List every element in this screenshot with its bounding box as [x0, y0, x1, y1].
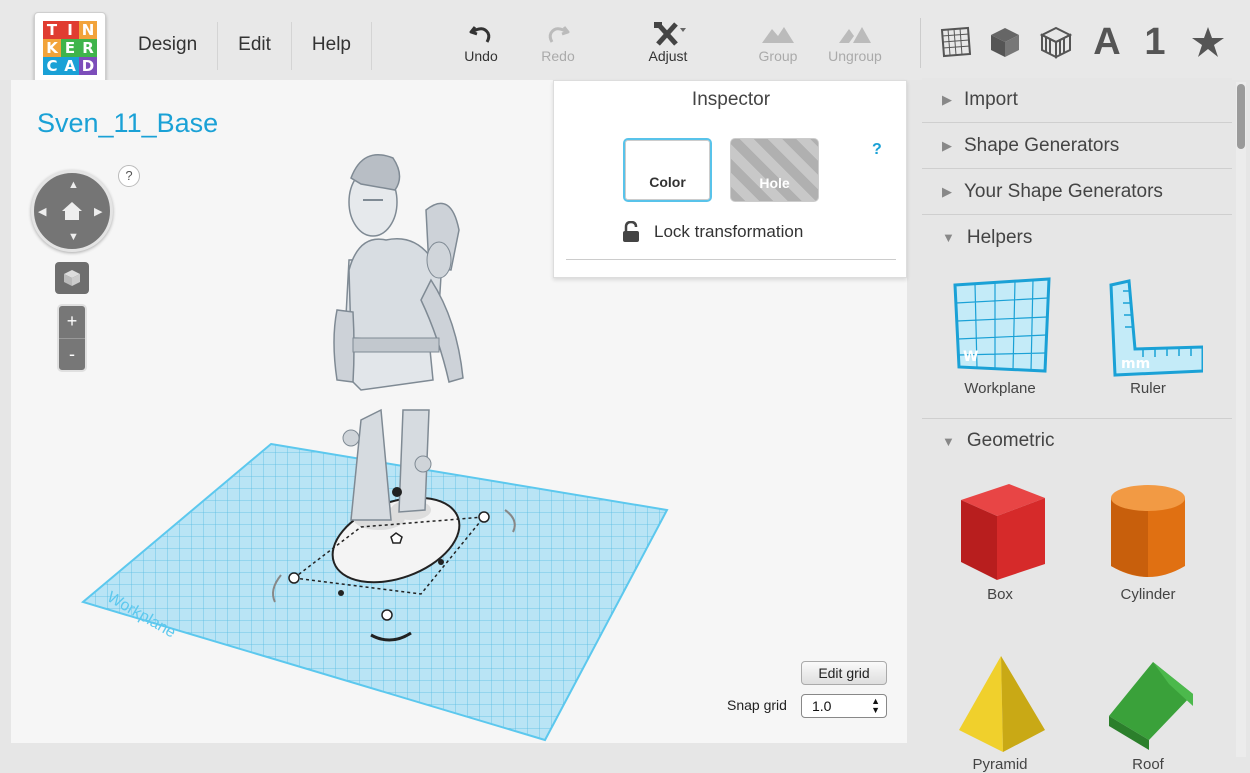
- adjust-label: Adjust: [648, 48, 688, 64]
- adjust-icon: [628, 20, 708, 48]
- adjust-button[interactable]: Adjust: [628, 20, 708, 64]
- grid-view-button[interactable]: [936, 20, 976, 64]
- ruler-helper-icon: mm: [1083, 270, 1213, 380]
- workplane-helper-icon: W: [935, 270, 1065, 380]
- snap-grid-value: 1.0: [812, 698, 832, 714]
- shape-roof[interactable]: Roof: [1083, 646, 1213, 773]
- hole-swatch-button[interactable]: Hole: [730, 138, 819, 202]
- favorites-button[interactable]: [1188, 20, 1228, 64]
- inspector-title: Inspector: [691, 89, 771, 110]
- sidebar-scrollbar-thumb[interactable]: [1237, 84, 1245, 149]
- grid-view-icon: [940, 26, 972, 58]
- roof-shape-icon: [1083, 646, 1213, 756]
- striped-cube-icon: [1039, 26, 1073, 59]
- collapsed-triangle-icon: ▶: [942, 184, 952, 199]
- wireframe-view-button[interactable]: [1036, 20, 1076, 64]
- section-geometric-label: Geometric: [966, 430, 1055, 451]
- section-shape-generators[interactable]: ▶ Shape Generators: [922, 124, 1232, 169]
- ungroup-label: Ungroup: [828, 48, 882, 64]
- section-your-shape-generators[interactable]: ▶ Your Shape Generators: [922, 170, 1232, 215]
- logo-letter: I: [61, 21, 79, 39]
- section-geometric[interactable]: ▼ Geometric: [922, 418, 1232, 463]
- star-icon: [1192, 27, 1224, 57]
- toolbar-divider: [920, 18, 921, 68]
- logo-letter: A: [61, 57, 79, 75]
- logo-letter: E: [61, 39, 79, 57]
- shape-pyramid[interactable]: Pyramid: [935, 646, 1065, 773]
- solid-view-button[interactable]: [985, 20, 1025, 64]
- svg-text:W: W: [963, 349, 978, 365]
- ungroup-icon: [815, 20, 895, 48]
- undo-icon: [441, 20, 521, 48]
- section-helpers-label: Helpers: [966, 226, 1033, 248]
- hole-label: Hole: [759, 175, 790, 191]
- lock-transformation-toggle[interactable]: Lock transformation: [622, 221, 803, 243]
- shape-box-label: Box: [987, 586, 1013, 603]
- cylinder-shape-icon: [1083, 476, 1213, 586]
- expanded-triangle-icon: ▼: [942, 433, 955, 449]
- section-shape-generators-label: Shape Generators: [964, 135, 1120, 156]
- color-label: Color: [649, 174, 686, 190]
- helper-ruler[interactable]: mm Ruler: [1083, 270, 1213, 397]
- section-your-shape-generators-label: Your Shape Generators: [964, 181, 1163, 202]
- group-button[interactable]: Group: [738, 20, 818, 64]
- helper-ruler-label: Ruler: [1130, 380, 1166, 397]
- number-view-button[interactable]: 1: [1135, 20, 1175, 64]
- expanded-triangle-icon: ▼: [942, 230, 955, 245]
- redo-icon: [518, 20, 598, 48]
- solid-cube-icon: [991, 28, 1019, 57]
- section-helpers[interactable]: ▼ Helpers: [922, 215, 1232, 260]
- color-swatch-button[interactable]: Color: [623, 138, 712, 202]
- lock-icon: [623, 221, 639, 242]
- collapsed-triangle-icon: ▶: [942, 138, 952, 153]
- group-label: Group: [758, 48, 798, 64]
- snap-grid-select[interactable]: 1.0 ▲ ▼: [801, 694, 887, 718]
- section-import[interactable]: ▶ Import: [922, 78, 1232, 123]
- figure-model[interactable]: [321, 154, 471, 599]
- inspector-divider: [566, 259, 896, 260]
- logo-letters: TINKERCAD: [43, 21, 97, 75]
- shape-cylinder[interactable]: Cylinder: [1083, 476, 1213, 603]
- redo-button[interactable]: Redo: [518, 20, 598, 64]
- undo-label: Undo: [464, 48, 498, 64]
- helper-workplane[interactable]: W Workplane: [935, 270, 1065, 397]
- logo-letter: T: [43, 21, 61, 39]
- shape-roof-label: Roof: [1132, 756, 1164, 773]
- edit-grid-button[interactable]: Edit grid: [801, 661, 887, 685]
- section-import-label: Import: [964, 89, 1018, 110]
- text-view-button[interactable]: A: [1087, 20, 1127, 64]
- tinkercad-logo[interactable]: TINKERCAD: [34, 12, 106, 84]
- shape-pyramid-label: Pyramid: [972, 756, 1028, 773]
- collapsed-triangle-icon: ▶: [942, 92, 952, 107]
- ungroup-button[interactable]: Ungroup: [815, 20, 895, 64]
- undo-button[interactable]: Undo: [441, 20, 521, 64]
- redo-label: Redo: [541, 48, 575, 64]
- box-shape-icon: [935, 476, 1065, 586]
- sidebar-scrollbar-track[interactable]: [1236, 82, 1246, 757]
- logo-letter: C: [43, 57, 61, 75]
- group-icon: [738, 20, 818, 48]
- shapes-sidebar: ▶ Import ▶ Shape Generators ▶ Your Shape…: [922, 78, 1232, 773]
- helper-workplane-label: Workplane: [964, 380, 1036, 397]
- menu-help[interactable]: Help: [292, 22, 372, 70]
- pyramid-shape-icon: [935, 646, 1065, 756]
- lock-label: Lock transformation: [654, 222, 804, 241]
- logo-letter: N: [79, 21, 97, 39]
- snap-grid-label: Snap grid: [727, 697, 787, 713]
- logo-letter: R: [79, 39, 97, 57]
- inspector-panel: Inspector ? Color Hole Lock transformati…: [553, 80, 907, 278]
- top-toolbar: TINKERCAD Design Edit Help Undo Redo Adj…: [0, 0, 1250, 84]
- menu-edit[interactable]: Edit: [218, 22, 292, 70]
- shape-box[interactable]: Box: [935, 476, 1065, 603]
- shape-cylinder-label: Cylinder: [1120, 586, 1176, 603]
- inspector-help-button[interactable]: ?: [872, 141, 882, 159]
- logo-letter: K: [43, 39, 61, 57]
- select-arrows-icon: ▲ ▼: [871, 696, 880, 715]
- logo-letter: D: [79, 57, 97, 75]
- menu-design[interactable]: Design: [118, 22, 219, 70]
- svg-text:mm: mm: [1121, 356, 1150, 372]
- main-menu: Design Edit Help: [118, 22, 372, 70]
